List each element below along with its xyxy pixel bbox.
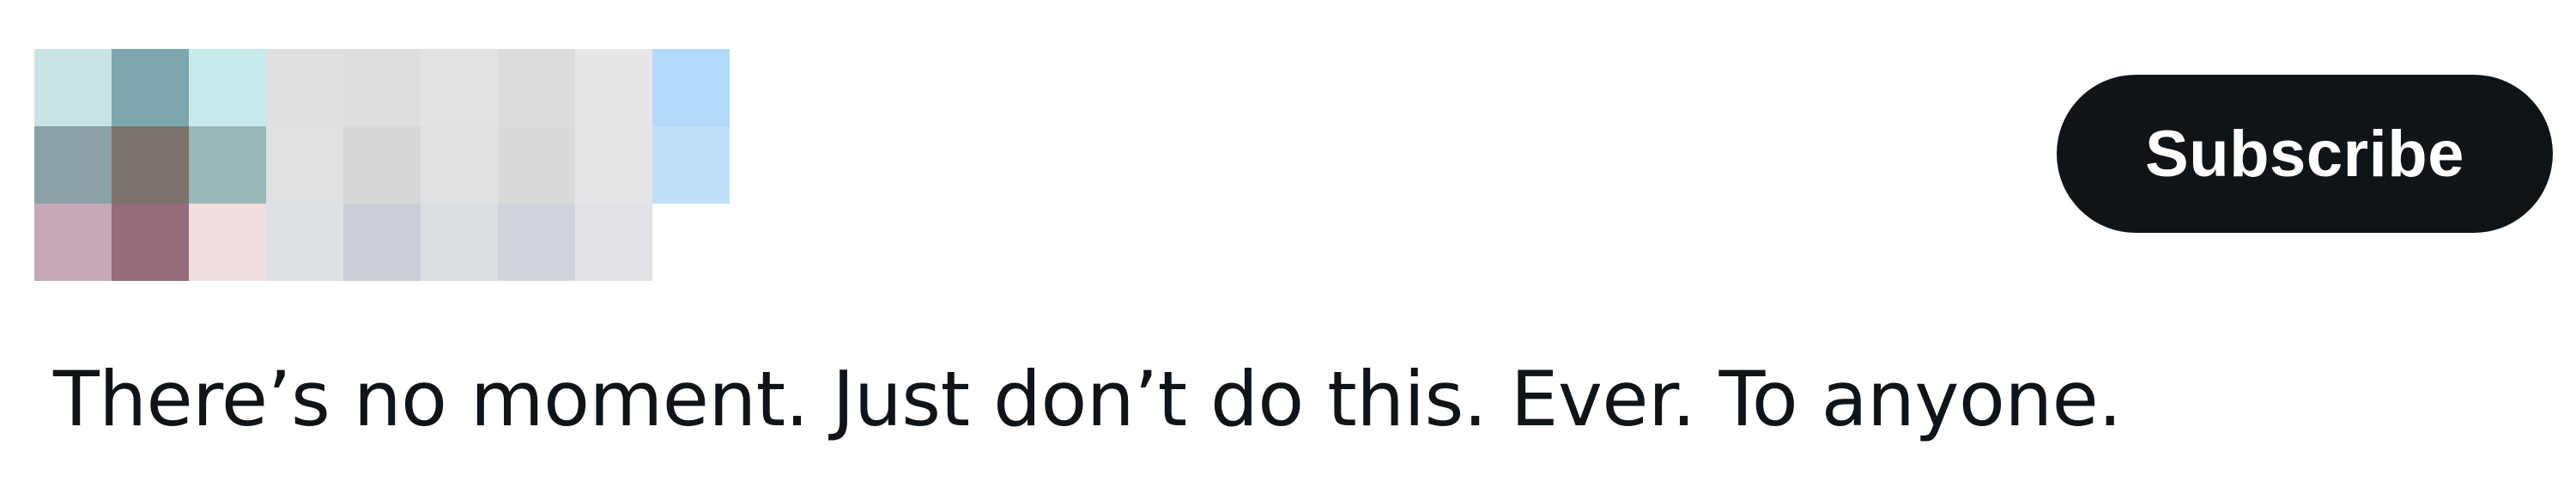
- redaction-pixel: [421, 204, 498, 281]
- subscribe-button[interactable]: Subscribe: [2057, 75, 2553, 233]
- redaction-pixel: [498, 204, 575, 281]
- redacted-author-block: [34, 49, 730, 281]
- redaction-pixel: [421, 49, 498, 126]
- redaction-pixel: [189, 49, 266, 126]
- redaction-pixel: [112, 49, 189, 126]
- redaction-pixel: [343, 49, 421, 126]
- tweet-text: There’s no moment. Just don’t do this. E…: [53, 355, 2122, 443]
- redaction-pixel: [575, 49, 652, 126]
- redaction-pixel: [575, 126, 652, 204]
- tweet-card: Subscribe There’s no moment. Just don’t …: [0, 0, 2576, 500]
- redaction-pixel: [343, 204, 421, 281]
- redaction-pixel: [266, 126, 343, 204]
- redaction-pixel: [652, 49, 730, 126]
- redaction-pixel: [498, 126, 575, 204]
- redaction-pixel: [189, 204, 266, 281]
- redaction-pixel: [34, 49, 112, 126]
- redaction-pixel: [343, 126, 421, 204]
- redaction-pixel: [652, 204, 730, 281]
- redaction-pixel: [421, 126, 498, 204]
- redaction-pixel: [112, 204, 189, 281]
- redaction-pixel: [266, 49, 343, 126]
- redaction-pixel: [652, 126, 730, 204]
- redaction-pixel: [34, 126, 112, 204]
- redaction-pixel: [112, 126, 189, 204]
- redaction-pixel: [189, 126, 266, 204]
- redaction-pixel: [575, 204, 652, 281]
- redaction-pixel: [34, 204, 112, 281]
- redaction-pixel: [266, 204, 343, 281]
- redaction-pixel: [498, 49, 575, 126]
